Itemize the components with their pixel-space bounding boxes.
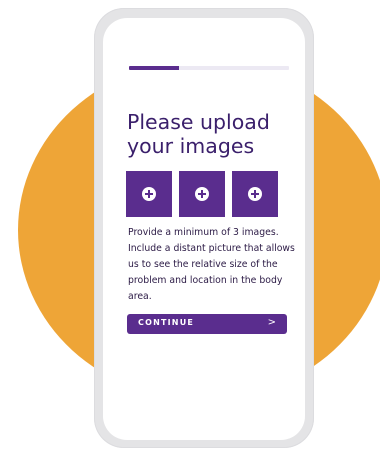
progress-fill (129, 66, 179, 70)
upload-tile-2[interactable] (179, 171, 225, 217)
plus-circle-icon (195, 187, 209, 201)
plus-circle-icon (248, 187, 262, 201)
chevron-right-icon: > (267, 317, 276, 328)
phone-frame: Please upload your images Provide a mini… (94, 8, 314, 448)
continue-button[interactable]: CONTINUE > (127, 314, 287, 334)
continue-button-label: CONTINUE (138, 318, 195, 327)
progress-bar (129, 66, 289, 70)
upload-tile-1[interactable] (126, 171, 172, 217)
plus-circle-icon (142, 187, 156, 201)
upload-tiles (126, 171, 296, 217)
phone-screen: Please upload your images Provide a mini… (103, 18, 305, 440)
instructions-text: Provide a minimum of 3 images. Include a… (128, 227, 295, 302)
page-title: Please upload your images (127, 110, 270, 158)
upload-tile-3[interactable] (232, 171, 278, 217)
